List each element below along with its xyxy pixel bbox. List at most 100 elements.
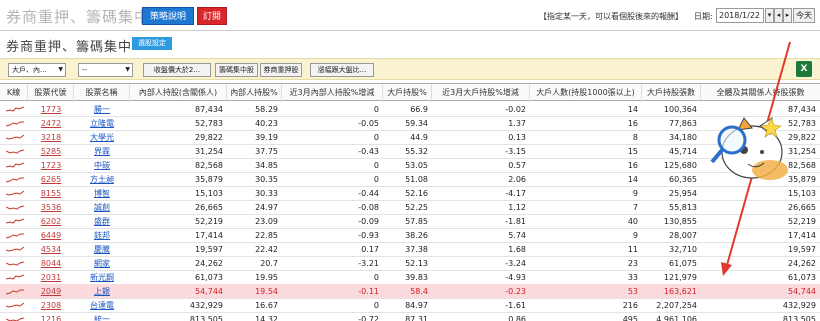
kline-sparkline-icon[interactable]	[0, 284, 28, 299]
stock-code-link[interactable]: 1723	[41, 161, 61, 170]
stock-code-link[interactable]: 2049	[41, 287, 61, 296]
date-prev-icon[interactable]: ◂	[774, 8, 783, 23]
table-row[interactable]: 1216 統一 813,505 14.32 -0.72 87.31 0.86 495 4,961…	[0, 312, 820, 321]
kline-sparkline-icon[interactable]	[0, 116, 28, 131]
stock-code-link[interactable]: 3536	[41, 203, 61, 212]
date-next-icon[interactable]: ▸	[783, 8, 792, 23]
table-row[interactable]: 8155 博智 15,103 30.33 -0.44 52.16 -4.17 9 25,954 1…	[0, 186, 820, 201]
table-row[interactable]: 1773 勝一 87,434 58.29 0 66.9 -0.02 14 100,364 87,4…	[0, 102, 820, 117]
table-row[interactable]: 6449 鈺邦 17,414 22.85 -0.93 38.26 5.74 9 28,007 17…	[0, 228, 820, 243]
stock-name-link[interactable]: 新光鋼	[90, 273, 114, 282]
kline-sparkline-icon[interactable]	[0, 130, 28, 145]
stock-code-link[interactable]: 2031	[41, 273, 61, 282]
table-cell: 6265	[28, 172, 74, 187]
table-cell: 87.31	[383, 312, 432, 321]
cell-all-shares: 61,073	[788, 273, 816, 282]
table-row[interactable]: 2308 台達電 432,929 16.67 0 84.97 -1.61 216 2,207,2…	[0, 298, 820, 313]
filter-close-price-button[interactable]: 收盤價大於2...	[143, 63, 211, 77]
kline-sparkline-icon[interactable]	[0, 186, 28, 201]
table-row[interactable]: 6202 盛群 52,219 23.09 -0.09 57.85 -1.81 40 130,85…	[0, 214, 820, 229]
stock-name-link[interactable]: 統一	[94, 315, 110, 321]
stock-code-link[interactable]: 6202	[41, 217, 61, 226]
stock-code-link[interactable]: 6449	[41, 231, 61, 240]
stock-name-link[interactable]: 中碳	[94, 161, 110, 170]
today-button[interactable]: 今天	[793, 8, 815, 23]
stock-code-link[interactable]: 8155	[41, 189, 61, 198]
date-input[interactable]: 2018/1/22	[716, 8, 764, 23]
table-cell: 52,783	[701, 116, 820, 131]
filter-vs-market-button[interactable]: 漲幅跟大盤比...	[310, 63, 374, 77]
table-row[interactable]: 5285 界霖 31,254 37.75 -0.43 55.32 -3.15 15 45,714…	[0, 144, 820, 159]
column-header[interactable]: 近3月內部人持股%增減	[282, 84, 383, 102]
table-row[interactable]: 6265 方土昶 35,879 30.35 0 51.08 2.06 14 60,365 35,8…	[0, 172, 820, 187]
kline-sparkline-icon[interactable]	[0, 172, 28, 187]
column-header[interactable]: 大戶人數(持股1000張以上)	[530, 84, 642, 102]
table-row[interactable]: 4534 慶騰 19,597 22.42 0.17 37.38 1.68 11 32,710 19…	[0, 242, 820, 257]
kline-sparkline-icon[interactable]	[0, 144, 28, 159]
stock-name-link[interactable]: 界霖	[94, 147, 110, 156]
stock-name-link[interactable]: 網家	[94, 259, 110, 268]
stock-code-link[interactable]: 1773	[41, 105, 61, 114]
table-row[interactable]: 2031 新光鋼 61,073 19.95 0 39.83 -4.93 33 121,979 61…	[0, 270, 820, 285]
stock-code-link[interactable]: 1216	[41, 315, 61, 321]
stock-code-link[interactable]: 2472	[41, 119, 61, 128]
kline-sparkline-icon[interactable]	[0, 312, 28, 321]
stock-code-link[interactable]: 4534	[41, 245, 61, 254]
table-row[interactable]: 3218 大學光 29,822 39.19 0 44.9 0.13 8 34,180 29,822	[0, 130, 820, 145]
stock-code-link[interactable]: 2308	[41, 301, 61, 310]
filter-broker-heavy-button[interactable]: 券商重押股	[260, 63, 302, 77]
table-row[interactable]: 3536 誠創 26,665 24.97 -0.08 52.25 1.12 7 55,813 26…	[0, 200, 820, 215]
strategy-button[interactable]: 策略說明	[142, 7, 194, 25]
excel-export-icon[interactable]: X	[796, 61, 812, 77]
column-header[interactable]: 大戶持股%	[383, 84, 432, 102]
kline-sparkline-icon[interactable]	[0, 214, 28, 229]
industry-select[interactable]: -- ▼	[78, 63, 133, 77]
table-row[interactable]: 2472 立隆電 52,783 40.23 -0.05 59.34 1.37 16 77,863…	[0, 116, 820, 131]
table-cell: 61,073	[130, 270, 227, 285]
market-select[interactable]: 大戶、內... ▼	[8, 63, 66, 77]
subscribe-button[interactable]: 訂閱	[197, 7, 227, 25]
stock-name-link[interactable]: 鈺邦	[94, 231, 110, 240]
table-cell: 54,744	[130, 284, 227, 299]
stock-code-link[interactable]: 6265	[41, 175, 61, 184]
column-header[interactable]: 近3月大戶持股%增減	[432, 84, 530, 102]
kline-sparkline-icon[interactable]	[0, 270, 28, 285]
column-header[interactable]: 股票代號	[28, 84, 74, 102]
stock-name-link[interactable]: 上銀	[94, 287, 110, 296]
stock-name-link[interactable]: 方土昶	[90, 175, 114, 184]
stock-name-link[interactable]: 立隆電	[90, 119, 114, 128]
table-cell: -0.11	[282, 284, 383, 299]
kline-sparkline-icon[interactable]	[0, 158, 28, 173]
filter-concentrated-button[interactable]: 籌碼集中股	[215, 63, 258, 77]
stock-code-link[interactable]: 8044	[41, 259, 61, 268]
date-dropdown-icon[interactable]: ▾	[765, 8, 774, 23]
kline-sparkline-icon[interactable]	[0, 256, 28, 271]
column-header[interactable]: 股票名稱	[74, 84, 130, 102]
column-header[interactable]: 大戶持股張數	[642, 84, 701, 102]
kline-sparkline-icon[interactable]	[0, 242, 28, 257]
column-header[interactable]: 內部人持股%	[227, 84, 282, 102]
stock-name-link[interactable]: 慶騰	[94, 245, 110, 254]
column-header[interactable]: 全體及其關係人持股張數	[701, 84, 820, 102]
table-row[interactable]: 2049 上銀 54,744 19.54 -0.11 58.4 -0.23 53 163,621…	[0, 284, 820, 299]
stock-name-link[interactable]: 大學光	[90, 133, 114, 142]
stock-code-link[interactable]: 5285	[41, 147, 61, 156]
kline-sparkline-icon[interactable]	[0, 102, 28, 117]
stock-name-link[interactable]: 台達電	[90, 301, 114, 310]
kline-sparkline-icon[interactable]	[0, 298, 28, 313]
table-cell: 52,783	[130, 116, 227, 131]
column-header[interactable]: 內部人持股(含關係人)	[130, 84, 227, 102]
kline-sparkline-icon[interactable]	[0, 200, 28, 215]
table-row[interactable]: 1723 中碳 82,568 34.85 0 53.05 0.57 16 125,680 82,5…	[0, 158, 820, 173]
stock-name-link[interactable]: 博智	[94, 189, 110, 198]
stock-name-link[interactable]: 勝一	[94, 105, 110, 114]
column-header[interactable]: K線	[0, 84, 28, 102]
table-cell: 33	[530, 270, 642, 285]
kline-sparkline-icon[interactable]	[0, 228, 28, 243]
stock-filter-settings-button[interactable]: 選股設定	[132, 37, 172, 50]
table-cell: 2,207,254	[642, 298, 701, 313]
table-row[interactable]: 8044 網家 24,262 20.7 -3.21 52.13 -3.24 23 61,075 2…	[0, 256, 820, 271]
stock-code-link[interactable]: 3218	[41, 133, 61, 142]
stock-name-link[interactable]: 盛群	[94, 217, 110, 226]
stock-name-link[interactable]: 誠創	[94, 203, 110, 212]
